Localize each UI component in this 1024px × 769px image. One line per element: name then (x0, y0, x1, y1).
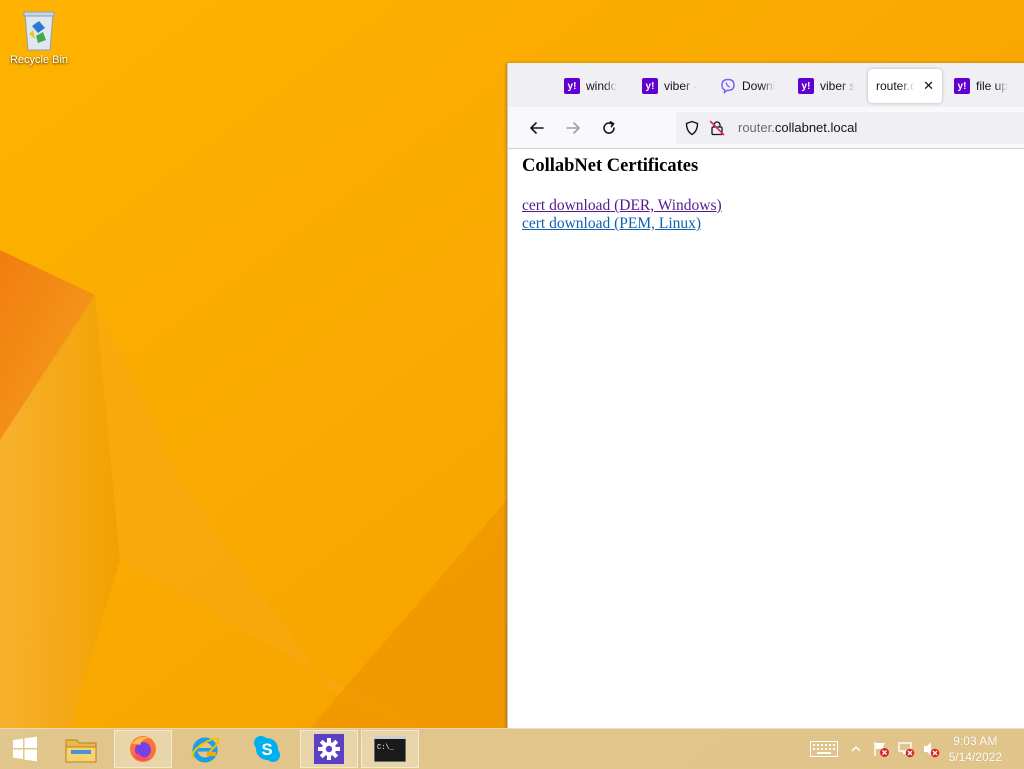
clock-time: 9:03 AM (953, 734, 998, 748)
tab-windows[interactable]: y! windo (564, 69, 622, 103)
back-arrow-icon (530, 122, 544, 134)
volume-muted-icon (924, 742, 940, 758)
network-status-button[interactable] (895, 729, 917, 769)
chevron-up-icon (851, 745, 861, 752)
recycle-bin-label: Recycle Bin (9, 54, 69, 66)
yahoo-icon: y! (642, 78, 658, 94)
tab-label: Downl (742, 79, 776, 93)
taskbar: S C:\_ 9:03 AM 5/14/2022 (0, 728, 1024, 769)
tab-file-upload[interactable]: y! file up (954, 69, 1024, 103)
recycle-bin-icon (23, 11, 55, 51)
settings-icon (314, 734, 344, 764)
tab-viber-1[interactable]: y! viber - (642, 69, 700, 103)
url-host-prefix: router. (738, 120, 775, 135)
forward-arrow-icon (566, 122, 580, 134)
insecure-lock-icon[interactable] (709, 120, 725, 136)
firefox-taskbar-button[interactable] (114, 730, 172, 768)
file-explorer-icon (65, 739, 97, 763)
tab-label: viber s (820, 79, 856, 93)
network-icon (898, 742, 915, 758)
viber-icon (720, 78, 736, 94)
download-links: cert download (DER, Windows) cert downlo… (522, 197, 722, 233)
tab-download[interactable]: Downl (720, 69, 778, 103)
firefox-window: y! windo y! viber - Downl y! viber s rou… (507, 63, 1024, 729)
windows-start-icon (13, 736, 37, 762)
reload-button[interactable] (598, 117, 620, 139)
recycle-bin-shortcut[interactable]: Recycle Bin (4, 6, 74, 66)
page-heading: CollabNet Certificates (522, 156, 699, 176)
command-prompt-icon: C:\_ (374, 736, 406, 762)
internet-explorer-button[interactable] (176, 730, 234, 768)
action-center-flag-icon (874, 742, 889, 757)
tab-label: windo (586, 79, 618, 93)
address-bar[interactable]: router.collabnet.local (676, 112, 1024, 144)
yahoo-icon: y! (564, 78, 580, 94)
back-button[interactable] (526, 117, 548, 139)
close-tab-icon[interactable]: ✕ (923, 78, 934, 94)
cert-download-der-link[interactable]: cert download (DER, Windows) (522, 197, 722, 215)
cmd-prompt-text: C:\_ (377, 744, 395, 752)
system-clock[interactable]: 9:03 AM 5/14/2022 (949, 733, 1002, 765)
tab-label: viber - (664, 79, 698, 93)
volume-button[interactable] (920, 729, 942, 769)
tab-label: router.co (876, 79, 915, 93)
skype-button[interactable]: S (238, 730, 296, 768)
url-host-rest: collabnet.local (774, 120, 858, 135)
touch-keyboard-button[interactable] (808, 729, 840, 769)
internet-explorer-icon (191, 737, 220, 763)
settings-taskbar-button[interactable] (300, 730, 358, 768)
command-prompt-taskbar-button[interactable]: C:\_ (361, 730, 419, 768)
clock-date: 5/14/2022 (948, 750, 1002, 764)
skype-icon: S (254, 736, 280, 762)
forward-button[interactable] (562, 117, 584, 139)
yahoo-icon: y! (798, 78, 814, 94)
action-center-button[interactable] (870, 729, 892, 769)
svg-text:S: S (261, 740, 272, 759)
show-hidden-icons-button[interactable] (848, 729, 864, 769)
firefox-icon (130, 736, 156, 762)
page-content: CollabNet Certificates cert download (DE… (508, 149, 1024, 729)
keyboard-icon (810, 741, 838, 757)
file-explorer-button[interactable] (52, 730, 110, 768)
tab-viber-2[interactable]: y! viber s (798, 69, 856, 103)
cert-download-pem-link[interactable]: cert download (PEM, Linux) (522, 215, 722, 233)
start-button[interactable] (0, 730, 50, 768)
yahoo-icon: y! (954, 78, 970, 94)
url-text[interactable]: router.collabnet.local (738, 120, 857, 135)
tracking-protection-shield-icon[interactable] (684, 120, 700, 136)
tab-router-active[interactable]: router.co ✕ (868, 69, 942, 103)
navigation-toolbar: router.collabnet.local (508, 107, 1024, 149)
tab-label: file up (976, 79, 1009, 93)
tab-strip: y! windo y! viber - Downl y! viber s rou… (508, 63, 1024, 107)
reload-icon (603, 121, 615, 134)
